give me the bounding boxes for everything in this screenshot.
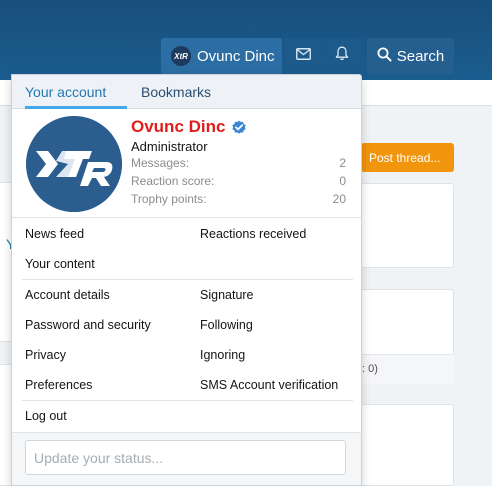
stat-label: Trophy points:: [131, 192, 207, 206]
inbox-button[interactable]: [284, 38, 322, 74]
user-menu-button[interactable]: XtR Ovunc Dinc: [161, 38, 282, 74]
link-log-out[interactable]: Log out: [25, 409, 67, 423]
user-avatar-mini: XtR: [171, 46, 191, 66]
menu-divider: [22, 279, 353, 280]
stat-label: Messages:: [131, 156, 190, 170]
account-menu: Your account Bookmarks Ovunc Dinc Admini…: [11, 74, 362, 486]
menu-divider: [22, 400, 353, 401]
link-news-feed[interactable]: News feed: [25, 227, 84, 241]
link-account-details[interactable]: Account details: [25, 288, 110, 302]
link-password-security[interactable]: Password and security: [25, 318, 151, 332]
link-following[interactable]: Following: [200, 318, 253, 332]
tab-your-account[interactable]: Your account: [25, 75, 127, 109]
stat-value: 20: [332, 192, 346, 206]
link-reactions-received[interactable]: Reactions received: [200, 227, 306, 241]
search-label: Search: [396, 47, 445, 65]
account-menu-tabs: Your account Bookmarks: [12, 75, 361, 109]
link-sms-verification[interactable]: SMS Account verification: [200, 378, 338, 392]
mail-icon: [295, 47, 311, 65]
stat-label: Reaction score:: [131, 174, 215, 188]
verified-badge-icon: [231, 119, 247, 135]
link-signature[interactable]: Signature: [200, 288, 254, 302]
bell-icon: [335, 46, 349, 66]
search-button[interactable]: Search: [367, 38, 454, 74]
tab-bookmarks[interactable]: Bookmarks: [141, 75, 211, 109]
user-menu-name: Ovunc Dinc: [197, 47, 275, 65]
profile-user-title: Administrator: [131, 139, 208, 154]
link-ignoring[interactable]: Ignoring: [200, 348, 245, 362]
profile-username-text: Ovunc Dinc: [131, 117, 226, 136]
stat-reaction-score: Reaction score: 0: [131, 174, 346, 188]
stat-trophy-points: Trophy points: 20: [131, 192, 346, 206]
background-fragment-text: : 0): [362, 363, 378, 375]
avatar[interactable]: [26, 116, 122, 212]
link-preferences[interactable]: Preferences: [25, 378, 92, 392]
post-thread-button[interactable]: Post thread...: [361, 143, 454, 172]
status-update-area: [12, 432, 361, 485]
link-privacy[interactable]: Privacy: [25, 348, 66, 362]
profile-username[interactable]: Ovunc Dinc: [131, 117, 247, 137]
search-icon: [377, 47, 397, 66]
tab-your-account-label: Your account: [25, 84, 107, 100]
link-your-content[interactable]: Your content: [25, 257, 95, 271]
tab-bookmarks-label: Bookmarks: [141, 84, 212, 100]
alerts-button[interactable]: [323, 38, 361, 74]
stat-value: 0: [339, 174, 346, 188]
status-update-input[interactable]: [25, 440, 346, 475]
stat-messages: Messages: 2: [131, 156, 346, 170]
stat-value: 2: [339, 156, 346, 170]
